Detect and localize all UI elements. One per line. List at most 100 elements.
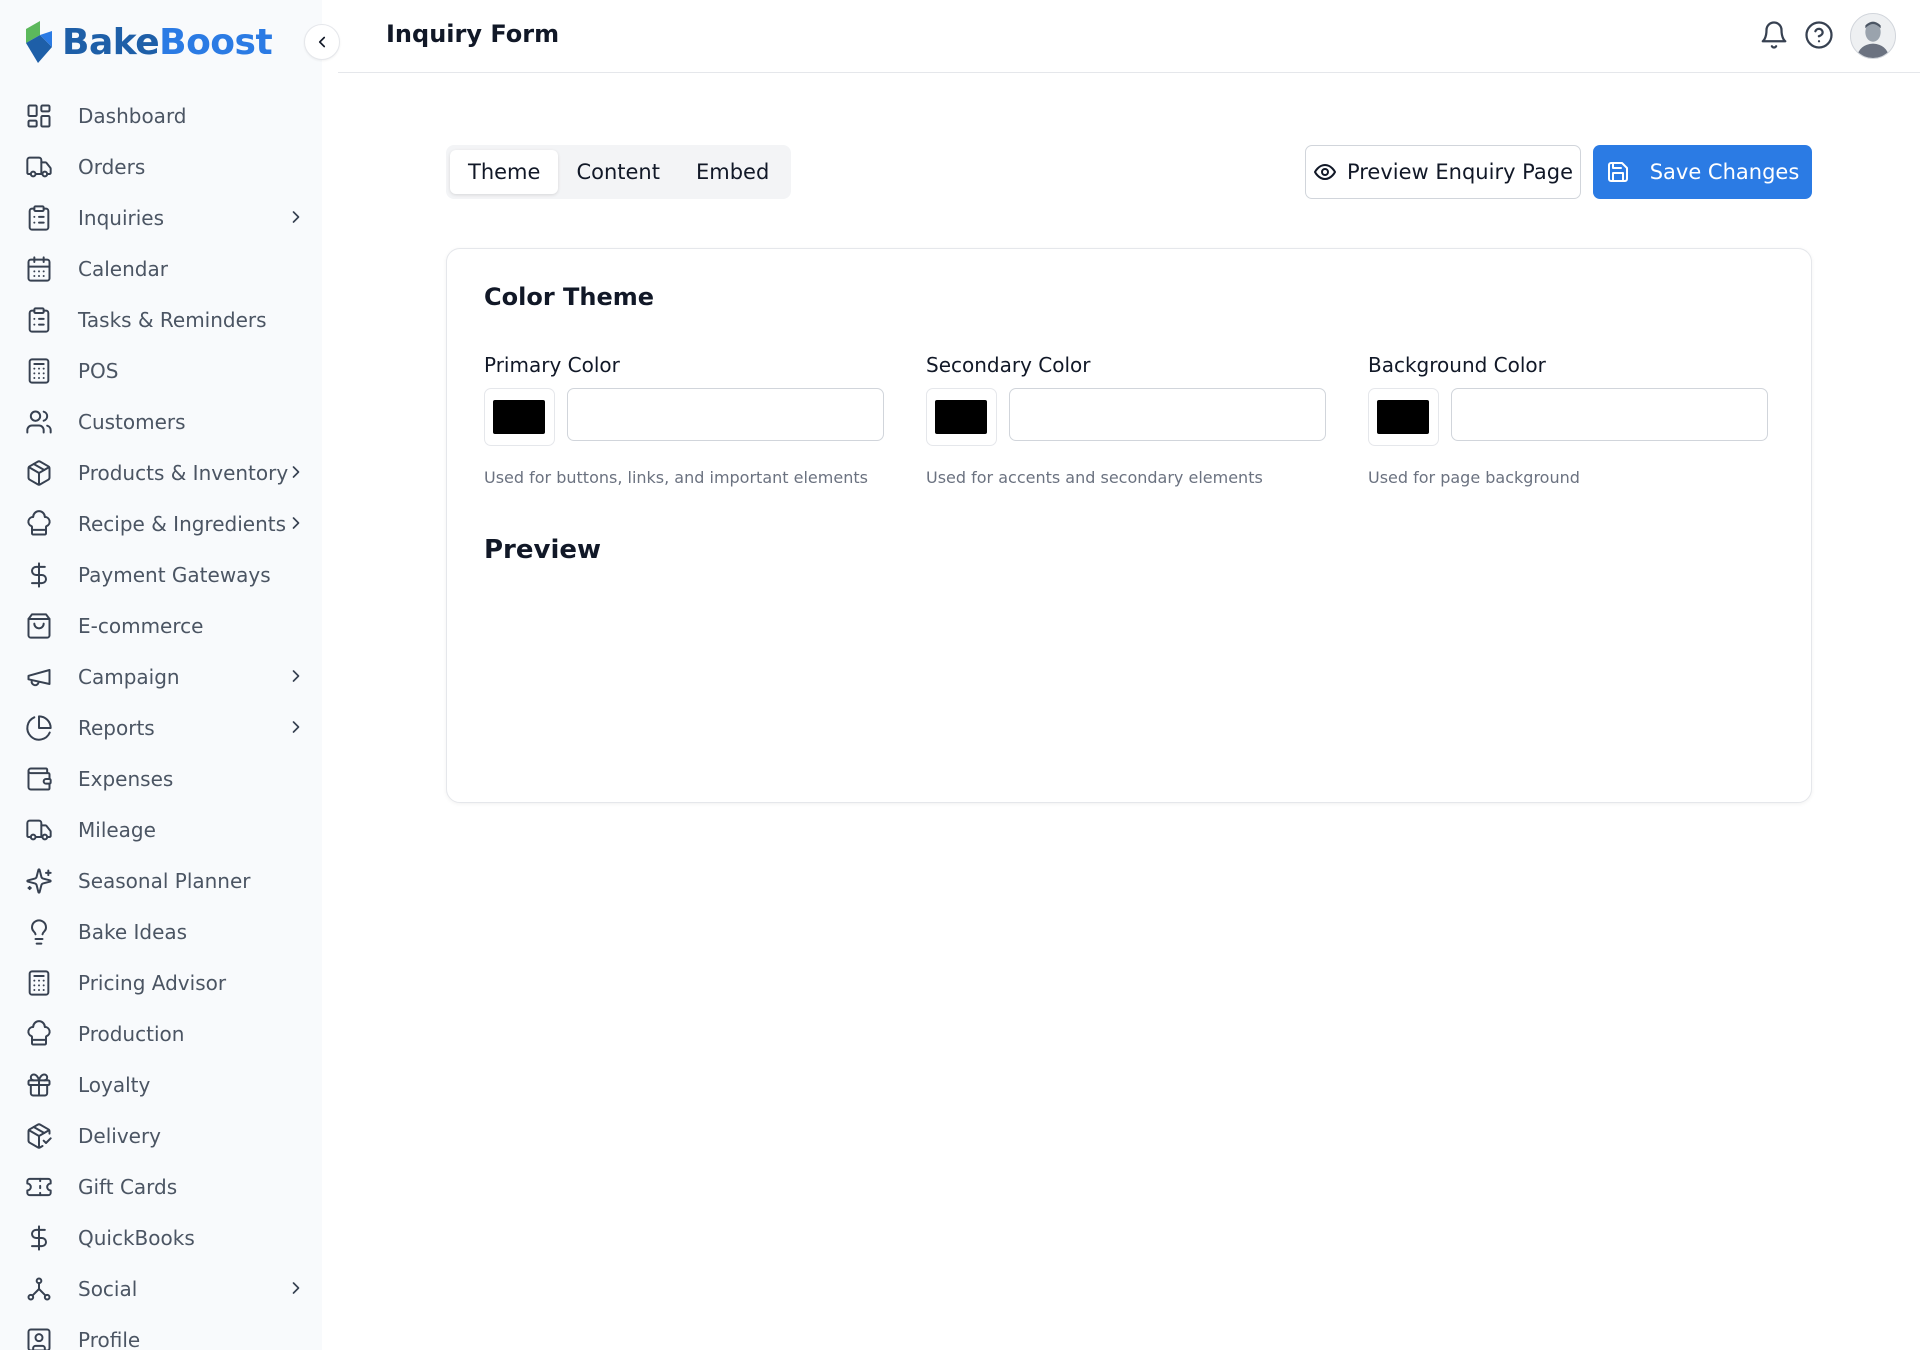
sidebar-item-label: Seasonal Planner <box>78 868 251 893</box>
chevron-right-icon[interactable] <box>286 717 306 737</box>
secondary-color-input[interactable] <box>1008 388 1326 441</box>
background-color-label: Background Color <box>1368 353 1546 377</box>
tab-theme[interactable]: Theme <box>450 150 559 194</box>
preview-enquiry-page-button[interactable]: Preview Enquiry Page <box>1305 145 1581 199</box>
sidebar-item-campaign[interactable]: Campaign <box>0 651 322 702</box>
help-button[interactable] <box>1802 18 1836 52</box>
sidebar-item-quickbooks[interactable]: QuickBooks <box>0 1212 322 1263</box>
eye-icon <box>1313 164 1336 180</box>
chevron-left-icon <box>318 36 326 48</box>
user-square-icon <box>24 1325 54 1350</box>
package-icon <box>24 458 54 488</box>
secondary-color-picker[interactable] <box>926 388 997 446</box>
sidebar-item-mileage[interactable]: Mileage <box>0 804 322 855</box>
sidebar-item-label: Campaign <box>78 664 180 689</box>
background-color-group: Background Color Used for page backgroun… <box>1368 353 1768 487</box>
sidebar-item-label: QuickBooks <box>78 1225 195 1250</box>
sidebar-nav: Dashboard Orders Inquiries Calendar Tasks & … <box>0 90 322 1350</box>
chevron-right-icon[interactable] <box>286 207 306 227</box>
sidebar-item-delivery[interactable]: Delivery <box>0 1110 322 1161</box>
notifications-button[interactable] <box>1757 18 1791 52</box>
sidebar-item-loyalty[interactable]: Loyalty <box>0 1059 322 1110</box>
pie-chart-icon <box>24 713 54 743</box>
sidebar-item-label: Recipe & Ingredients <box>78 511 287 536</box>
chevron-right-icon[interactable] <box>286 513 306 533</box>
collapse-sidebar-button[interactable] <box>304 24 340 60</box>
sidebar-item-profile[interactable]: Profile <box>0 1314 322 1350</box>
sidebar-item-label: Tasks & Reminders <box>78 307 267 332</box>
sidebar-item-e-commerce[interactable]: E-commerce <box>0 600 322 651</box>
sidebar-item-orders[interactable]: Orders <box>0 141 322 192</box>
clipboard-list-icon <box>24 305 54 335</box>
sidebar-item-expenses[interactable]: Expenses <box>0 753 322 804</box>
sidebar-item-tasks-and-reminders[interactable]: Tasks & Reminders <box>0 294 322 345</box>
save-changes-button[interactable]: Save Changes <box>1593 145 1812 199</box>
chevron-right-icon[interactable] <box>286 1278 306 1298</box>
sidebar-item-gift-cards[interactable]: Gift Cards <box>0 1161 322 1212</box>
package-check-icon <box>24 1121 54 1151</box>
save-icon <box>1607 162 1628 182</box>
chevron-right-icon[interactable] <box>286 666 306 686</box>
sidebar-item-label: POS <box>78 358 119 383</box>
sidebar-item-pos[interactable]: POS <box>0 345 322 396</box>
sidebar-item-label: Loyalty <box>78 1072 151 1097</box>
avatar[interactable] <box>1850 13 1896 59</box>
logo-text: BakeBoost <box>62 21 273 63</box>
secondary-color-label: Secondary Color <box>926 353 1091 377</box>
sidebar-item-production[interactable]: Production <box>0 1008 322 1059</box>
sidebar-item-label: Payment Gateways <box>78 562 271 587</box>
background-color-picker[interactable] <box>1368 388 1439 446</box>
gift-icon <box>24 1070 54 1100</box>
lightbulb-icon <box>24 917 54 947</box>
wallet-icon <box>24 764 54 794</box>
sidebar-item-label: Pricing Advisor <box>78 970 227 995</box>
calculator-icon <box>24 356 54 386</box>
clipboard-icon <box>24 203 54 233</box>
sidebar-item-seasonal-planner[interactable]: Seasonal Planner <box>0 855 322 906</box>
sidebar-item-label: Reports <box>78 715 155 740</box>
sidebar-item-label: Products & Inventory <box>78 460 289 485</box>
sidebar-item-inquiries[interactable]: Inquiries <box>0 192 322 243</box>
dollar-icon <box>24 560 54 590</box>
sidebar-item-label: Profile <box>78 1327 141 1350</box>
background-color-swatch <box>1377 400 1430 434</box>
tab-content[interactable]: Content <box>558 150 678 194</box>
tab-embed[interactable]: Embed <box>678 150 787 194</box>
background-color-input[interactable] <box>1450 388 1768 441</box>
sidebar: BakeBoost Dashboard Orders Inquiries Calend… <box>0 0 322 1350</box>
sidebar-item-label: Bake Ideas <box>78 919 188 944</box>
sidebar-item-social[interactable]: Social <box>0 1263 322 1314</box>
primary-color-input[interactable] <box>566 388 884 441</box>
page-title: Inquiry Form <box>386 20 560 48</box>
settings-tabs: Theme Content Embed <box>446 145 792 199</box>
calculator-icon <box>24 968 54 998</box>
chevron-right-icon[interactable] <box>286 462 306 482</box>
sidebar-item-bake-ideas[interactable]: Bake Ideas <box>0 906 322 957</box>
shopping-bag-icon <box>24 611 54 641</box>
sidebar-item-calendar[interactable]: Calendar <box>0 243 322 294</box>
sidebar-item-payment-gateways[interactable]: Payment Gateways <box>0 549 322 600</box>
sidebar-item-recipe-and-ingredients[interactable]: Recipe & Ingredients <box>0 498 322 549</box>
sidebar-item-products-and-inventory[interactable]: Products & Inventory <box>0 447 322 498</box>
color-theme-card: Color Theme Primary Color Used for butto… <box>446 248 1812 803</box>
sidebar-item-customers[interactable]: Customers <box>0 396 322 447</box>
dollar-icon <box>24 1223 54 1253</box>
truck-icon <box>24 815 54 845</box>
logo-icon <box>26 21 52 63</box>
chef-hat-icon <box>24 1019 54 1049</box>
dashboard-icon <box>24 101 54 131</box>
sidebar-item-dashboard[interactable]: Dashboard <box>0 90 322 141</box>
logo[interactable]: BakeBoost <box>22 16 273 68</box>
primary-color-picker[interactable] <box>484 388 555 446</box>
user-avatar-image <box>1851 14 1895 58</box>
sidebar-item-label: Production <box>78 1021 185 1046</box>
sidebar-item-label: Gift Cards <box>78 1174 178 1199</box>
sidebar-item-label: Customers <box>78 409 186 434</box>
secondary-color-swatch <box>935 400 988 434</box>
save-button-label: Save Changes <box>1649 160 1800 184</box>
calendar-icon <box>24 254 54 284</box>
sidebar-item-reports[interactable]: Reports <box>0 702 322 753</box>
secondary-color-help: Used for accents and secondary elements <box>926 468 1263 487</box>
sidebar-item-pricing-advisor[interactable]: Pricing Advisor <box>0 957 322 1008</box>
primary-color-group: Primary Color Used for buttons, links, a… <box>484 353 884 487</box>
